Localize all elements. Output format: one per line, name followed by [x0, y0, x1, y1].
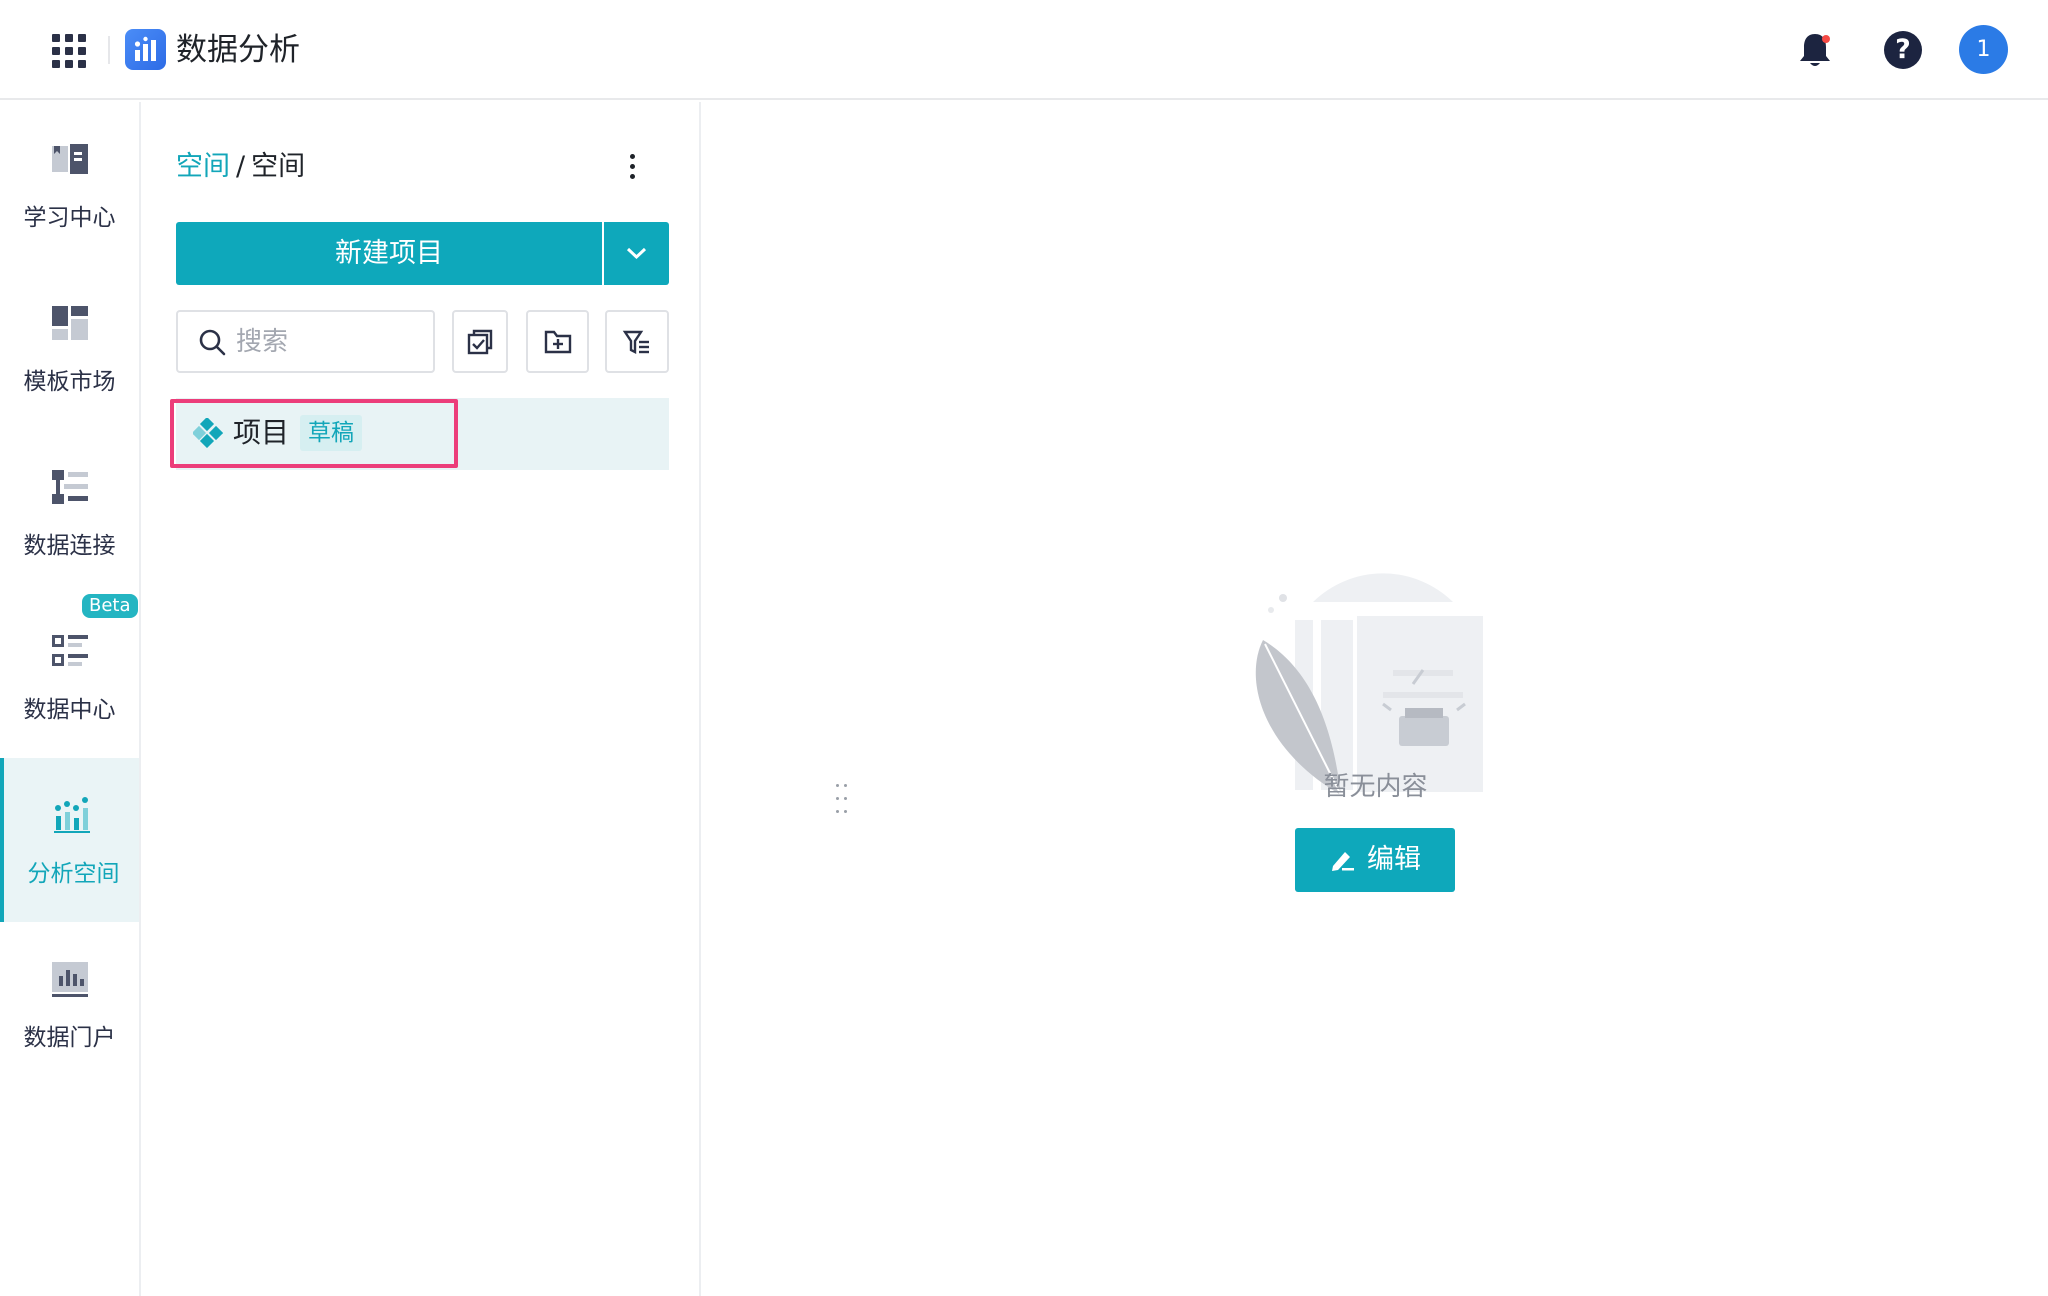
left-nav: 学习中心 模板市场 数据连接 Beta 数据中心 分析空间 数据门户: [0, 102, 141, 1296]
breadcrumb-current: 空间: [251, 151, 306, 182]
nav-item-data-connection[interactable]: 数据连接: [0, 430, 139, 594]
template-icon: [51, 306, 88, 340]
app-title: 数据分析: [176, 32, 300, 68]
nav-label: 数据连接: [23, 533, 116, 559]
portal-icon: [51, 962, 88, 997]
nav-item-analysis-space[interactable]: 分析空间: [0, 758, 139, 922]
app-grid-icon[interactable]: [52, 34, 86, 68]
checkbox-icon: [467, 329, 493, 354]
header-divider: [108, 36, 110, 64]
chevron-down-icon: [626, 247, 647, 260]
nav-label: 数据门户: [23, 1025, 116, 1051]
nav-item-learning-center[interactable]: 学习中心: [0, 102, 139, 266]
folder-add-icon: [544, 330, 571, 353]
nav-label: 数据中心: [23, 697, 116, 723]
new-folder-button[interactable]: [526, 310, 589, 373]
more-vertical-icon[interactable]: [623, 150, 641, 184]
search-box[interactable]: [176, 310, 435, 373]
new-project-dropdown[interactable]: [604, 222, 669, 285]
help-icon[interactable]: ?: [1884, 31, 1922, 69]
beta-badge: Beta: [82, 594, 138, 618]
nav-label: 模板市场: [23, 369, 116, 395]
user-avatar[interactable]: 1: [1959, 25, 2008, 74]
notification-bell-icon[interactable]: [1796, 30, 1834, 70]
notification-dot: [1822, 35, 1830, 43]
search-icon: [199, 329, 226, 356]
nav-item-data-portal[interactable]: 数据门户: [0, 922, 139, 1086]
data-connect-icon: [51, 470, 88, 504]
app-logo-icon: [125, 29, 166, 70]
project-panel: 空间 / 空间 新建项目 搜索 项目 草稿: [143, 102, 847, 1296]
new-project-button[interactable]: 新建项目: [176, 222, 602, 285]
nav-item-data-center[interactable]: Beta 数据中心: [0, 594, 139, 758]
top-header: 数据分析 ? 1: [0, 0, 2048, 100]
data-center-icon: [51, 635, 88, 666]
breadcrumb: 空间 / 空间: [176, 147, 305, 187]
edit-pen-icon: [1332, 852, 1354, 871]
nav-item-template-market[interactable]: 模板市场: [0, 266, 139, 430]
nav-label: 分析空间: [27, 861, 120, 887]
edit-button-label: 编辑: [1367, 844, 1421, 875]
analysis-icon: [53, 797, 90, 833]
selection-highlight-box: [170, 399, 458, 468]
book-icon: [51, 144, 88, 174]
breadcrumb-separator: /: [236, 151, 246, 182]
nav-label: 学习中心: [23, 205, 116, 231]
batch-select-button[interactable]: [452, 310, 508, 373]
search-input[interactable]: [236, 320, 426, 364]
main-content: 暂无内容 编辑: [703, 102, 2048, 1296]
empty-state-text: 暂无内容: [1323, 772, 1428, 802]
breadcrumb-link[interactable]: 空间: [176, 151, 230, 182]
edit-button[interactable]: 编辑: [1295, 828, 1455, 892]
filter-button[interactable]: [605, 310, 669, 373]
filter-icon: [622, 330, 649, 354]
